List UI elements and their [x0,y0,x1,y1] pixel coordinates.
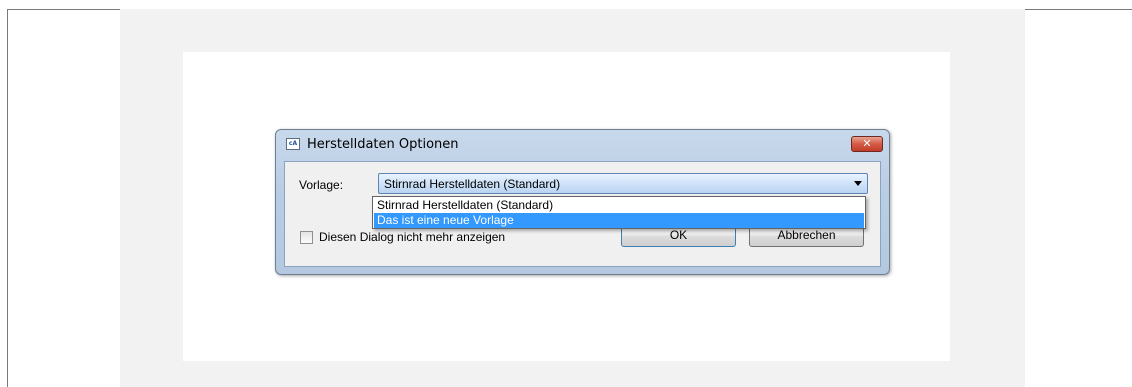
dialog-title: Herstelldaten Optionen [307,137,459,152]
close-icon: ✕ [862,137,872,150]
vorlage-label: Vorlage: [299,178,344,192]
application-icon: cA [286,138,300,150]
close-button[interactable]: ✕ [851,136,883,152]
dont-show-again-label[interactable]: Diesen Dialog nicht mehr anzeigen [319,230,505,244]
vorlage-select[interactable]: Stirnrad Herstelldaten (Standard) [378,173,868,194]
vorlage-dropdown-list: Stirnrad Herstelldaten (Standard) Das is… [372,196,866,229]
dont-show-again-checkbox[interactable] [300,231,313,244]
chevron-down-icon[interactable] [854,181,862,186]
dropdown-option-standard[interactable]: Stirnrad Herstelldaten (Standard) [374,198,864,213]
dropdown-option-new-template[interactable]: Das ist eine neue Vorlage [374,213,864,228]
vorlage-selected-value: Stirnrad Herstelldaten (Standard) [384,177,561,191]
dialog-titlebar[interactable]: cA Herstelldaten Optionen ✕ [276,130,889,160]
